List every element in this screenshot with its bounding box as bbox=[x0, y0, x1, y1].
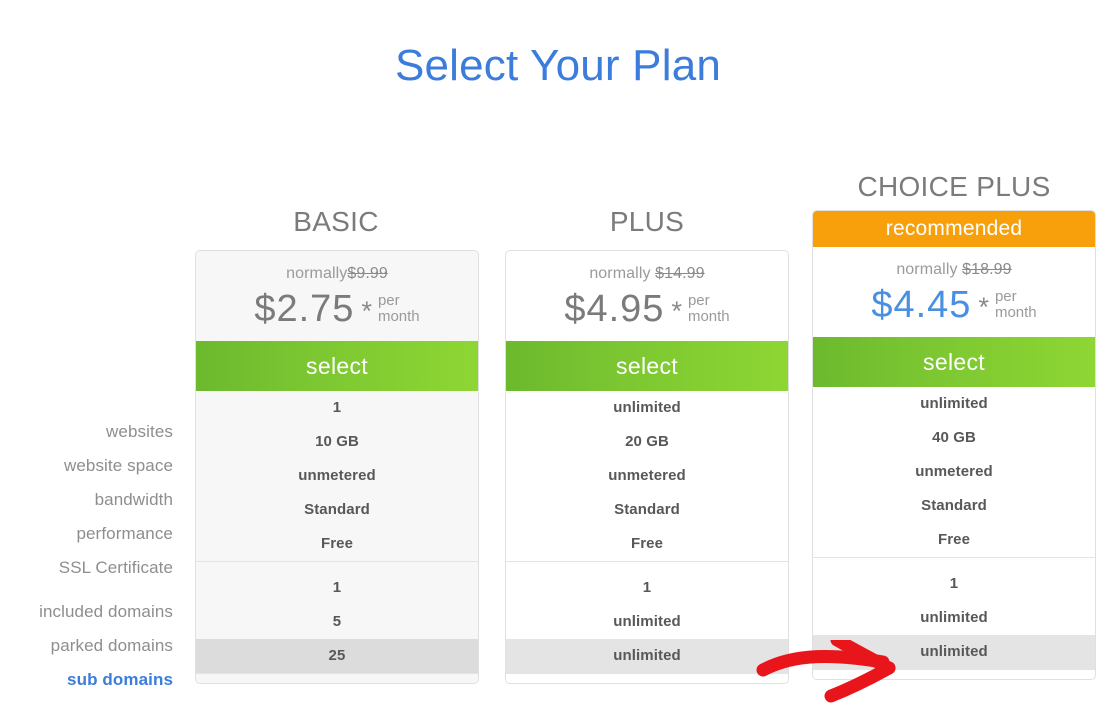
price-per-basic: per bbox=[377, 292, 400, 309]
plan-card-choice-plus: recommended normally $18.99 $4.45 * per … bbox=[812, 210, 1096, 680]
feature-bottom-divider-choice-plus bbox=[813, 669, 1095, 679]
feature-value-performance-choice-plus: Standard bbox=[921, 497, 987, 514]
feature-label-performance: performance bbox=[76, 524, 173, 543]
price-per-plus: per bbox=[687, 292, 710, 309]
feature-value-ssl-certificate-choice-plus: Free bbox=[937, 531, 971, 548]
feature-value-ssl-certificate-plus: Free bbox=[630, 535, 664, 552]
feature-values-choice-plus: unlimited 40 GB unmetered Standard Free … bbox=[813, 387, 1095, 679]
plan-header-basic: BASIC bbox=[293, 206, 379, 237]
feature-group-divider-choice-plus bbox=[813, 557, 1095, 567]
price-amount-plus: $4.95 bbox=[564, 288, 665, 330]
price-line-basic: $2.75 * per month bbox=[196, 287, 478, 331]
price-amount-basic: $2.75 bbox=[254, 288, 355, 330]
feature-value-bandwidth-choice-plus: unmetered bbox=[915, 463, 993, 480]
price-asterisk-basic: * bbox=[361, 296, 372, 326]
price-block-basic: normally$9.99 $2.75 * per month bbox=[196, 251, 478, 341]
feature-label-sub-domains[interactable]: sub domains bbox=[0, 663, 173, 697]
plan-card-basic: normally$9.99 $2.75 * per month select 1… bbox=[195, 250, 479, 684]
feature-label-ssl-certificate: SSL Certificate bbox=[58, 558, 173, 577]
normally-price-choice-plus: normally $18.99 bbox=[813, 259, 1095, 281]
select-button-basic[interactable]: select bbox=[196, 341, 478, 391]
select-button-plus[interactable]: select bbox=[506, 341, 788, 391]
feature-label-included-domains: included domains bbox=[39, 602, 173, 621]
feature-value-included-domains-plus: 1 bbox=[642, 579, 652, 596]
price-month-basic: month bbox=[377, 308, 420, 325]
normally-strikethrough-basic: $9.99 bbox=[347, 265, 388, 282]
plan-header-choice-plus: CHOICE PLUS bbox=[857, 171, 1051, 202]
feature-value-websites-plus: unlimited bbox=[613, 399, 681, 416]
normally-prefix-choice-plus: normally bbox=[896, 261, 958, 278]
plan-header-plus: PLUS bbox=[609, 206, 685, 237]
feature-bottom-divider-basic bbox=[196, 673, 478, 683]
feature-bottom-divider-plus bbox=[506, 673, 788, 683]
price-per-choice-plus: per bbox=[994, 288, 1017, 305]
page-title: Select Your Plan bbox=[394, 41, 722, 90]
normally-prefix-basic: normally bbox=[286, 265, 348, 282]
price-asterisk-choice-plus: * bbox=[978, 292, 989, 322]
price-line-plus: $4.95 * per month bbox=[506, 287, 788, 331]
price-month-plus: month bbox=[687, 308, 730, 325]
price-amount-choice-plus: $4.45 bbox=[871, 284, 972, 326]
feature-value-ssl-certificate-basic: Free bbox=[320, 535, 354, 552]
price-block-choice-plus: normally $18.99 $4.45 * per month bbox=[813, 247, 1095, 337]
feature-value-website-space-plus: 20 GB bbox=[625, 433, 669, 450]
price-month-choice-plus: month bbox=[994, 304, 1037, 321]
price-block-plus: normally $14.99 $4.95 * per month bbox=[506, 251, 788, 341]
select-button-choice-plus[interactable]: select bbox=[813, 337, 1095, 387]
feature-value-sub-domains-choice-plus: unlimited bbox=[813, 635, 1095, 669]
feature-value-performance-basic: Standard bbox=[304, 501, 370, 518]
feature-group-divider-basic bbox=[196, 561, 478, 571]
feature-value-bandwidth-basic: unmetered bbox=[298, 467, 376, 484]
feature-value-included-domains-choice-plus: 1 bbox=[949, 575, 959, 592]
normally-price-plus: normally $14.99 bbox=[506, 263, 788, 285]
normally-prefix-plus: normally bbox=[589, 265, 651, 282]
price-asterisk-plus: * bbox=[671, 296, 682, 326]
feature-value-performance-plus: Standard bbox=[614, 501, 680, 518]
plan-card-plus: normally $14.99 $4.95 * per month select… bbox=[505, 250, 789, 684]
price-period-plus: per month bbox=[688, 293, 730, 325]
feature-value-websites-choice-plus: unlimited bbox=[920, 395, 988, 412]
feature-label-bandwidth: bandwidth bbox=[94, 490, 173, 509]
feature-value-parked-domains-choice-plus: unlimited bbox=[920, 609, 988, 626]
price-period-choice-plus: per month bbox=[995, 289, 1037, 321]
normally-strikethrough-plus: $14.99 bbox=[655, 265, 705, 282]
feature-value-parked-domains-plus: unlimited bbox=[613, 613, 681, 630]
feature-label-parked-domains: parked domains bbox=[50, 636, 173, 655]
normally-price-basic: normally$9.99 bbox=[196, 263, 478, 285]
pricing-page: Select Your Plan BASIC PLUS CHOICE PLUS … bbox=[0, 0, 1116, 718]
feature-values-plus: unlimited 20 GB unmetered Standard Free … bbox=[506, 391, 788, 683]
feature-value-bandwidth-plus: unmetered bbox=[608, 467, 686, 484]
feature-label-websites: websites bbox=[106, 422, 173, 441]
feature-value-websites-basic: 1 bbox=[332, 399, 342, 416]
feature-value-included-domains-basic: 1 bbox=[332, 579, 342, 596]
feature-value-sub-domains-basic: 25 bbox=[196, 639, 478, 673]
price-period-basic: per month bbox=[378, 293, 420, 325]
recommended-badge: recommended bbox=[813, 211, 1095, 247]
feature-value-website-space-choice-plus: 40 GB bbox=[932, 429, 976, 446]
feature-value-sub-domains-plus: unlimited bbox=[506, 639, 788, 673]
normally-strikethrough-choice-plus: $18.99 bbox=[962, 261, 1012, 278]
feature-value-parked-domains-basic: 5 bbox=[332, 613, 342, 630]
feature-value-website-space-basic: 10 GB bbox=[315, 433, 359, 450]
feature-label-website-space: website space bbox=[63, 456, 173, 475]
price-line-choice-plus: $4.45 * per month bbox=[813, 283, 1095, 327]
feature-group-divider-plus bbox=[506, 561, 788, 571]
feature-label-column: websites website space bandwidth perform… bbox=[0, 415, 173, 697]
feature-values-basic: 1 10 GB unmetered Standard Free 1 5 25 bbox=[196, 391, 478, 683]
feature-label-group-divider bbox=[0, 585, 173, 595]
